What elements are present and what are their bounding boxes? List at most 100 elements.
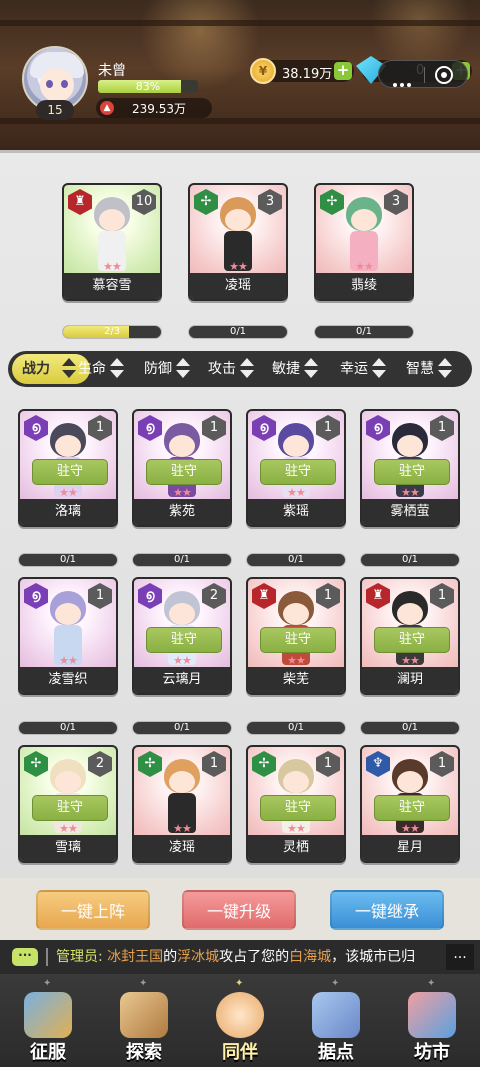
arrow-up-icon — [110, 358, 124, 366]
star-progress-bar: 0/1 — [188, 325, 288, 339]
chat-icon[interactable]: ··· — [12, 948, 38, 966]
arrow-down-icon — [110, 370, 124, 378]
progress-text: 2/3 — [103, 326, 121, 337]
castle-icon — [312, 992, 360, 1038]
ticker-city: 白海城 — [289, 949, 332, 965]
progress-text: 0/1 — [355, 326, 373, 337]
companion-icon — [216, 992, 264, 1038]
sparkle-icon: ✦ — [43, 978, 52, 989]
ticker-message: 管理员: 冰封王国的浮冰城攻占了您的白海城，该城市已归 — [56, 940, 444, 974]
companion-name: 云璃月 — [134, 667, 230, 693]
companion-card[interactable]: ♆ 1 ★★ 星月 驻守 — [360, 745, 460, 863]
progress-text: 0/1 — [401, 722, 419, 733]
progress-text: 0/1 — [59, 722, 77, 733]
companion-card[interactable]: ൭ 2 ★★ 云璃月 驻守 — [132, 577, 232, 695]
companion-card[interactable]: ✢ 1 ★★ 灵栖 驻守 — [246, 745, 346, 863]
sparkle-icon: ✦ — [331, 978, 340, 989]
garrison-badge: 驻守 — [146, 627, 222, 653]
companion-card[interactable]: ൭ 1 ★★ 雾栖萤 驻守 — [360, 409, 460, 527]
arrow-up-icon — [438, 358, 452, 366]
nav-label: 探索 — [126, 1042, 162, 1063]
arrow-down-icon — [62, 370, 76, 378]
garrison-badge: 驻守 — [374, 459, 450, 485]
nav-item[interactable]: ✦ 坊市 — [384, 974, 480, 1067]
ticker-kingdom: 冰封王国 — [107, 949, 164, 965]
sort-option[interactable]: 幸运 — [340, 351, 386, 387]
sort-option[interactable]: 防御 — [144, 351, 190, 387]
companion-card[interactable]: ♜ 10 ★★ 慕容雪 — [62, 183, 162, 301]
garrison-badge: 驻守 — [32, 459, 108, 485]
nav-item[interactable]: ✦ 征服 — [0, 974, 96, 1067]
ticker-admin: 管理员: — [56, 949, 103, 965]
star-progress-bar: 0/1 — [18, 721, 118, 735]
coin-icon: ¥ — [250, 58, 276, 84]
companion-name: 紫苑 — [134, 499, 230, 525]
companion-card[interactable]: ൭ 1 ★★ 洛璃 驻守 — [18, 409, 118, 527]
companion-name: 柴芜 — [248, 667, 344, 693]
arrow-down-icon — [372, 370, 386, 378]
progress-text: 0/1 — [173, 554, 191, 565]
more-options-icon[interactable] — [393, 72, 414, 91]
nav-label: 同伴 — [222, 1042, 258, 1063]
arrow-up-icon — [176, 358, 190, 366]
star-progress-bar: 0/1 — [132, 553, 232, 567]
close-target-icon[interactable] — [435, 66, 453, 84]
companion-name: 雾栖萤 — [362, 499, 458, 525]
companion-name: 凌瑶 — [134, 835, 230, 861]
action-bar: 一键上阵 一键升级 一键继承 — [0, 878, 480, 940]
ticker-more-button[interactable]: ... — [446, 944, 474, 970]
sort-option[interactable]: 智慧 — [406, 351, 452, 387]
auto-upgrade-button[interactable]: 一键升级 — [182, 890, 296, 930]
background-shelf — [0, 118, 480, 124]
companion-card[interactable]: ✢ 3 ★★ 凌瑶 — [188, 183, 288, 301]
companion-card[interactable]: ♜ 1 ★★ 柴芜 驻守 — [246, 577, 346, 695]
star-rating: ★★ — [355, 260, 374, 273]
add-coin-button[interactable]: + — [334, 62, 352, 80]
sort-power[interactable]: 战力 — [22, 351, 76, 387]
sort-option[interactable]: 生命 — [78, 351, 124, 387]
progress-text: 0/1 — [287, 554, 305, 565]
nav-item[interactable]: ✦ 同伴 — [192, 974, 288, 1067]
companion-card[interactable]: ൭ 1 ★★ 凌雪织 — [18, 577, 118, 695]
sort-option-label: 幸运 — [340, 361, 368, 377]
sort-option-label: 智慧 — [406, 361, 434, 377]
arrow-down-icon — [176, 370, 190, 378]
sort-option-label: 敏捷 — [272, 361, 300, 377]
star-rating: ★★ — [401, 486, 420, 499]
garrison-badge: 驻守 — [32, 795, 108, 821]
top-header: 15 未曾 83% ▲ 239.53万 ¥ 38.19万 + 0 + — [0, 0, 480, 150]
star-rating: ★★ — [103, 260, 122, 273]
star-rating: ★★ — [59, 654, 78, 667]
companion-card[interactable]: ✢ 1 ★★ 凌瑶 — [132, 745, 232, 863]
companion-card[interactable]: ൭ 1 ★★ 紫苑 驻守 — [132, 409, 232, 527]
star-progress-bar: 0/1 — [132, 721, 232, 735]
sort-option-label: 生命 — [78, 361, 106, 377]
sort-option-label: 攻击 — [208, 361, 236, 377]
auto-deploy-button[interactable]: 一键上阵 — [36, 890, 150, 930]
garrison-badge: 驻守 — [374, 795, 450, 821]
ticker-city: 浮冰城 — [177, 949, 220, 965]
sort-bar: 战力 生命 防御 攻击 敏捷 幸运 智慧 — [8, 351, 472, 387]
sort-option-label: 防御 — [144, 361, 172, 377]
sort-power-label: 战力 — [22, 361, 50, 377]
auto-inherit-button[interactable]: 一键继承 — [330, 890, 444, 930]
companion-card[interactable]: ✢ 3 ★★ 翡绫 — [314, 183, 414, 301]
companion-card[interactable]: ൭ 1 ★★ 紫瑶 驻守 — [246, 409, 346, 527]
background-shelf — [0, 20, 480, 26]
progress-text: 0/1 — [287, 722, 305, 733]
nav-item[interactable]: ✦ 据点 — [288, 974, 384, 1067]
nav-label: 坊市 — [414, 1042, 450, 1063]
sort-option[interactable]: 敏捷 — [272, 351, 318, 387]
companion-panel: ♜ 10 ★★ 慕容雪 2/3 ✢ 3 ★★ 凌瑶 0/1 ✢ 3 ★★ 翡绫 0/1 战力 生命 防御 攻击 敏… — [0, 150, 480, 878]
companion-card[interactable]: ✢ 2 ★★ 雪璃 驻守 — [18, 745, 118, 863]
star-progress-bar: 0/1 — [246, 721, 346, 735]
map-icon — [120, 992, 168, 1038]
bottom-nav: ✦ 征服 ✦ 探索 ✦ 同伴 ✦ 据点 ✦ 坊市 — [0, 974, 480, 1067]
sort-option[interactable]: 攻击 — [208, 351, 254, 387]
progress-text: 0/1 — [229, 326, 247, 337]
star-rating: ★★ — [287, 822, 306, 835]
nav-item[interactable]: ✦ 探索 — [96, 974, 192, 1067]
sparkle-icon: ✦ — [427, 978, 436, 989]
companion-card[interactable]: ♜ 1 ★★ 澜玥 驻守 — [360, 577, 460, 695]
arrow-up-icon — [240, 358, 254, 366]
